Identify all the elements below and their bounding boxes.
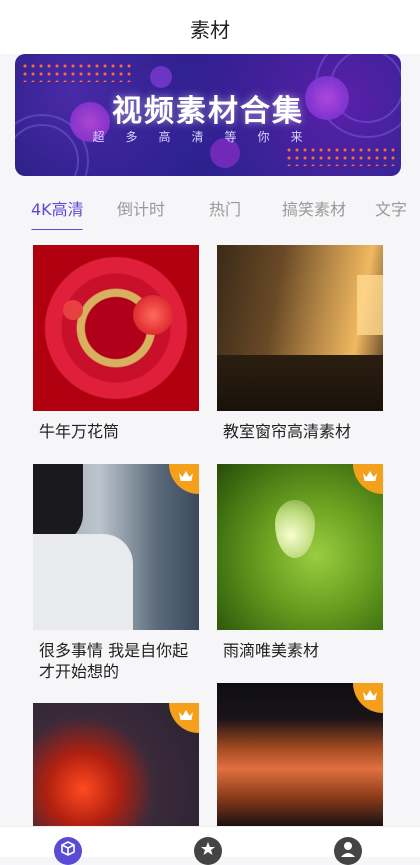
premium-badge [353,464,383,494]
banner-decoration [150,66,172,88]
crown-icon [179,471,193,481]
spacesuit [33,534,133,630]
bottom-nav [0,826,420,865]
crown-icon [363,690,377,700]
card-title: 雨滴唯美素材 [223,641,320,660]
card-thumbnail[interactable] [33,464,199,630]
banner-title: 视频素材合集 [112,94,304,129]
user-icon[interactable] [334,837,362,865]
material-card[interactable] [217,683,383,826]
tab-hot[interactable]: 热门 [209,196,241,220]
card-title: 很多事情 我是自你起 才开始想的 [39,641,189,681]
card-thumbnail[interactable] [33,703,199,826]
category-tabs: 4K高清 倒计时 热门 搞笑素材 文字 [0,186,420,230]
banner[interactable]: 视频素材合集 超多高清等你来 [15,54,401,176]
page-title: 素材 [190,18,230,42]
water-drop [275,500,315,558]
helmet [33,464,83,544]
card-thumbnail[interactable] [217,683,383,826]
tab-funny[interactable]: 搞笑素材 [282,196,346,220]
card-title: 教室窗帘高清素材 [223,422,352,441]
crown-icon [179,710,193,720]
material-card[interactable]: 牛年万花筒 [33,245,199,441]
flower-decoration [63,300,83,320]
premium-badge [169,464,199,494]
tab-4k[interactable]: 4K高清 [31,196,84,220]
active-tab-indicator [31,229,83,230]
banner-decoration [21,62,131,82]
room-floor [217,355,383,411]
premium-badge [169,703,199,733]
material-card[interactable]: 教室窗帘高清素材 [217,245,383,441]
card-thumbnail[interactable] [217,245,383,411]
star-icon[interactable] [194,837,222,865]
card-thumbnail[interactable] [33,245,199,411]
material-card[interactable] [33,703,199,826]
cube-icon[interactable] [54,837,82,865]
window-light [357,275,383,335]
tab-text[interactable]: 文字 [375,196,407,220]
banner-subtitle: 超多高清等你来 [92,130,324,144]
header: 素材 [0,0,420,54]
card-title: 牛年万花筒 [39,422,120,441]
crown-icon [363,471,377,481]
banner-decoration [285,146,395,166]
material-card[interactable]: 雨滴唯美素材 [217,464,383,660]
card-thumbnail[interactable] [217,464,383,630]
premium-badge [353,683,383,713]
material-card[interactable]: 很多事情 我是自你起 才开始想的 [33,464,199,681]
tab-countdown[interactable]: 倒计时 [117,196,165,220]
flower-decoration [133,295,173,335]
